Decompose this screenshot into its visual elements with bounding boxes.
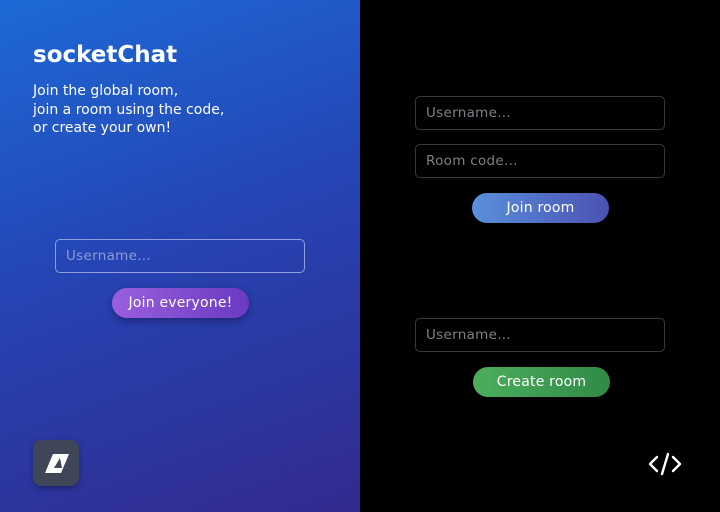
app-title: socketChat	[33, 42, 178, 68]
code-icon[interactable]	[648, 451, 682, 477]
join-room-button[interactable]: Join room	[472, 193, 609, 223]
intro-line: join a room using the code,	[33, 101, 225, 118]
create-username-input[interactable]	[415, 318, 665, 352]
room-code-input[interactable]	[415, 144, 665, 178]
left-panel: socketChat Join the global room, join a …	[0, 0, 360, 512]
app-logo-icon[interactable]	[33, 440, 79, 486]
right-panel: Join room Create room	[360, 0, 720, 512]
intro-line: or create your own!	[33, 120, 172, 136]
create-room-button[interactable]: Create room	[473, 367, 610, 397]
global-username-input[interactable]	[55, 239, 305, 273]
join-username-input[interactable]	[415, 96, 665, 130]
intro-line: Join the global room,	[33, 83, 179, 99]
intro-text: Join the global room, join a room using …	[33, 82, 224, 138]
join-everyone-button[interactable]: Join everyone!	[112, 288, 249, 318]
app-logo-icon	[45, 454, 69, 473]
